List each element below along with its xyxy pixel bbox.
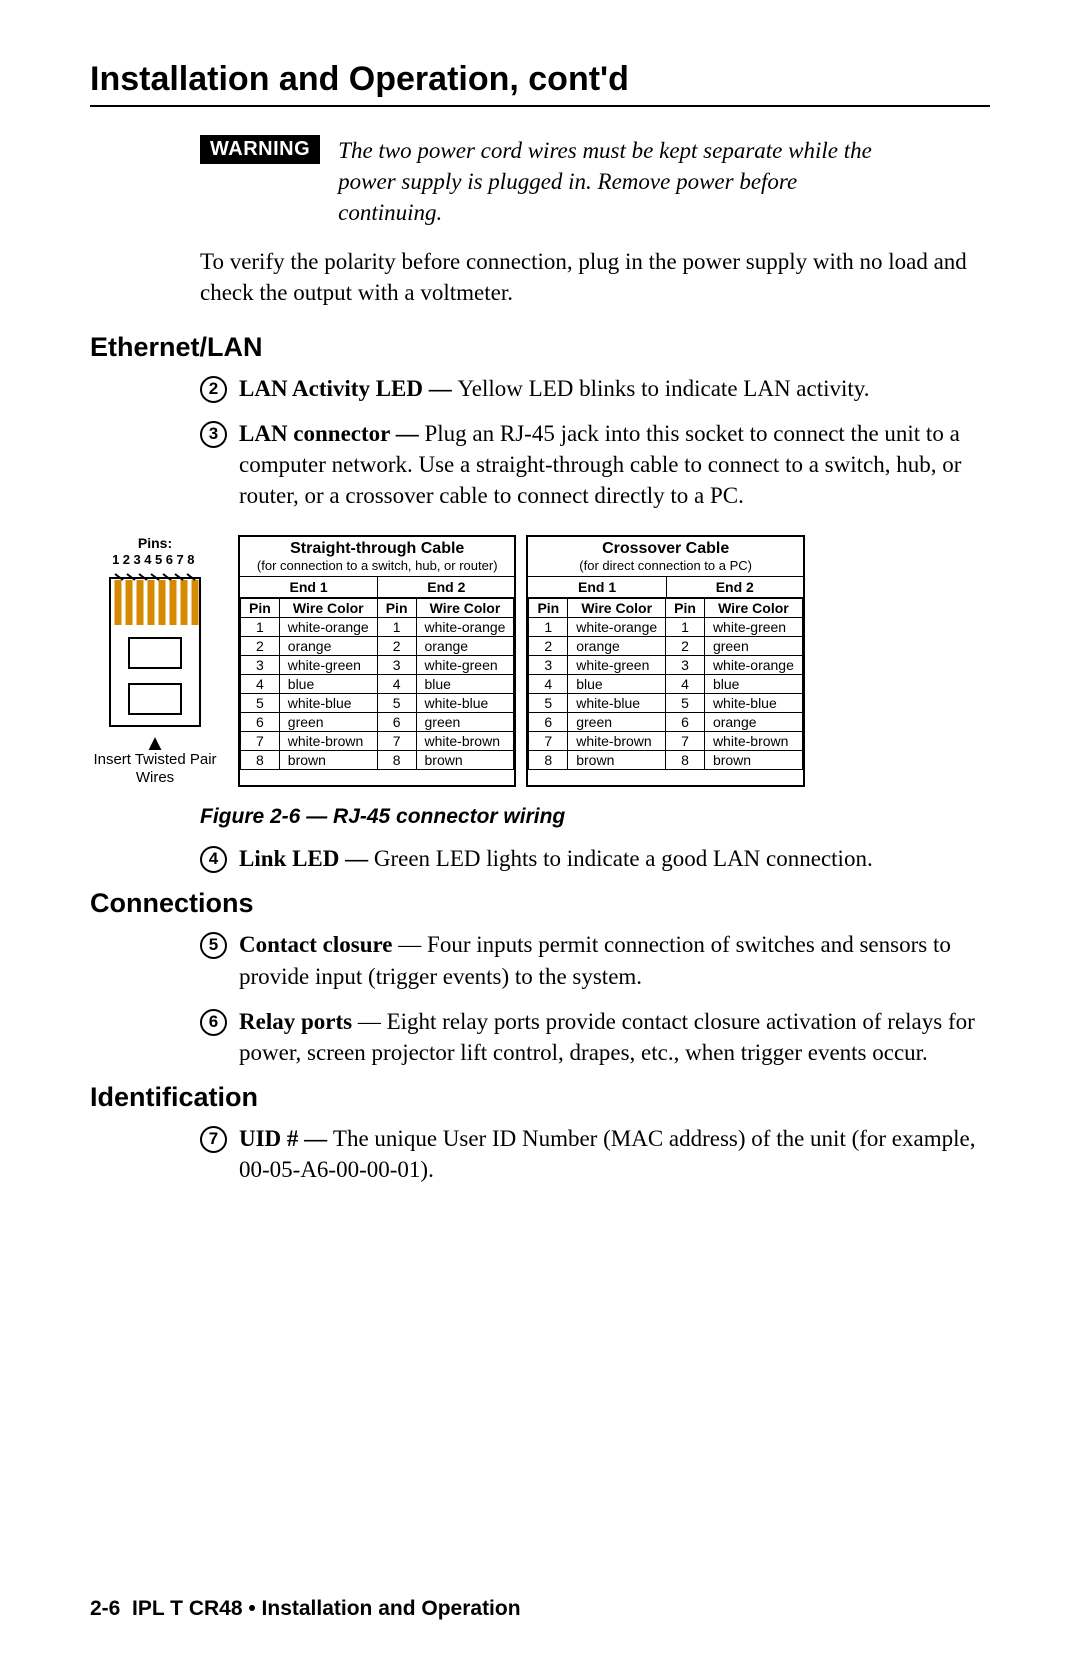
warning-block: WARNING The two power cord wires must be… xyxy=(200,135,990,228)
item-label: Relay ports xyxy=(239,1009,352,1034)
figure-caption: Figure 2-6 — RJ-45 connector wiring xyxy=(200,805,990,829)
section-ethernet: Ethernet/LAN xyxy=(90,332,990,363)
table-row: 5white-blue5white-blue xyxy=(529,694,802,713)
end1-header: End 1 xyxy=(528,577,665,598)
item-number-icon: 4 xyxy=(200,846,227,873)
item-4: 4 Link LED — Green LED lights to indicat… xyxy=(200,843,990,874)
item-label: UID # — xyxy=(239,1126,333,1151)
table-row: 6green6orange xyxy=(529,713,802,732)
table-row: 1white-orange1white-orange xyxy=(241,618,514,637)
item-label: Link LED — xyxy=(239,846,374,871)
page-footer: 2-6 IPL T CR48 • Installation and Operat… xyxy=(90,1597,521,1621)
table-row: 2orange2green xyxy=(529,637,802,656)
item-label: LAN connector — xyxy=(239,421,424,446)
table-row: 8brown8brown xyxy=(529,751,802,770)
cable-tables: Straight-through Cable (for connection t… xyxy=(238,535,805,787)
page-title: Installation and Operation, cont'd xyxy=(90,60,990,99)
item-text: The unique User ID Number (MAC address) … xyxy=(239,1126,975,1182)
table-row: 5white-blue5white-blue xyxy=(241,694,514,713)
item-number-icon: 2 xyxy=(200,376,227,403)
table-row: 3white-green3white-green xyxy=(241,656,514,675)
page-number: 2-6 xyxy=(90,1597,120,1620)
end1-header: End 1 xyxy=(240,577,377,598)
item-number-icon: 6 xyxy=(200,1009,227,1036)
item-number-icon: 7 xyxy=(200,1126,227,1153)
item-text: Green LED lights to indicate a good LAN … xyxy=(374,846,873,871)
end2-header: End 2 xyxy=(377,577,514,598)
rj45-connector-diagram: Pins: 12345678 ▲ xyxy=(90,535,220,787)
table-row: 4blue4blue xyxy=(241,675,514,694)
figure-rj45: Pins: 12345678 ▲ xyxy=(90,535,990,787)
title-rule xyxy=(90,105,990,107)
rj45-icon xyxy=(105,570,205,730)
item-text: Yellow LED blinks to indicate LAN activi… xyxy=(458,376,870,401)
item-number-icon: 5 xyxy=(200,932,227,959)
table-title: Crossover Cable xyxy=(528,537,802,558)
end2-header: End 2 xyxy=(666,577,803,598)
wire-table: PinWire ColorPinWire Color1white-orange1… xyxy=(528,598,802,770)
item-label: Contact closure xyxy=(239,932,393,957)
verify-paragraph: To verify the polarity before connection… xyxy=(200,246,990,308)
section-identification: Identification xyxy=(90,1082,990,1113)
item-label: LAN Activity LED — xyxy=(239,376,458,401)
rj45-caption: Insert Twisted Pair Wires xyxy=(90,751,220,787)
pins-numbers: 12345678 xyxy=(90,552,220,568)
warning-badge: WARNING xyxy=(200,135,320,164)
pins-label: Pins: xyxy=(90,535,220,552)
table-subtitle: (for connection to a switch, hub, or rou… xyxy=(240,558,514,577)
table-row: 1white-orange1white-green xyxy=(529,618,802,637)
table-row: 3white-green3white-orange xyxy=(529,656,802,675)
table-subtitle: (for direct connection to a PC) xyxy=(528,558,802,577)
section-connections: Connections xyxy=(90,888,990,919)
straight-through-table: Straight-through Cable (for connection t… xyxy=(238,535,516,787)
item-5: 5 Contact closure — Four inputs permit c… xyxy=(200,929,990,991)
crossover-table: Crossover Cable (for direct connection t… xyxy=(526,535,804,787)
warning-text: The two power cord wires must be kept se… xyxy=(338,135,898,228)
table-row: 7white-brown7white-brown xyxy=(241,732,514,751)
table-row: 8brown8brown xyxy=(241,751,514,770)
wire-table: PinWire ColorPinWire Color1white-orange1… xyxy=(240,598,514,770)
item-2: 2 LAN Activity LED — Yellow LED blinks t… xyxy=(200,373,990,404)
table-row: 4blue4blue xyxy=(529,675,802,694)
table-title: Straight-through Cable xyxy=(240,537,514,558)
item-3: 3 LAN connector — Plug an RJ-45 jack int… xyxy=(200,418,990,511)
table-row: 2orange2orange xyxy=(241,637,514,656)
item-7: 7 UID # — The unique User ID Number (MAC… xyxy=(200,1123,990,1185)
table-row: 6green6green xyxy=(241,713,514,732)
footer-title: IPL T CR48 • Installation and Operation xyxy=(132,1597,521,1620)
arrow-up-icon: ▲ xyxy=(90,734,220,752)
item-number-icon: 3 xyxy=(200,421,227,448)
item-6: 6 Relay ports — Eight relay ports provid… xyxy=(200,1006,990,1068)
table-row: 7white-brown7white-brown xyxy=(529,732,802,751)
